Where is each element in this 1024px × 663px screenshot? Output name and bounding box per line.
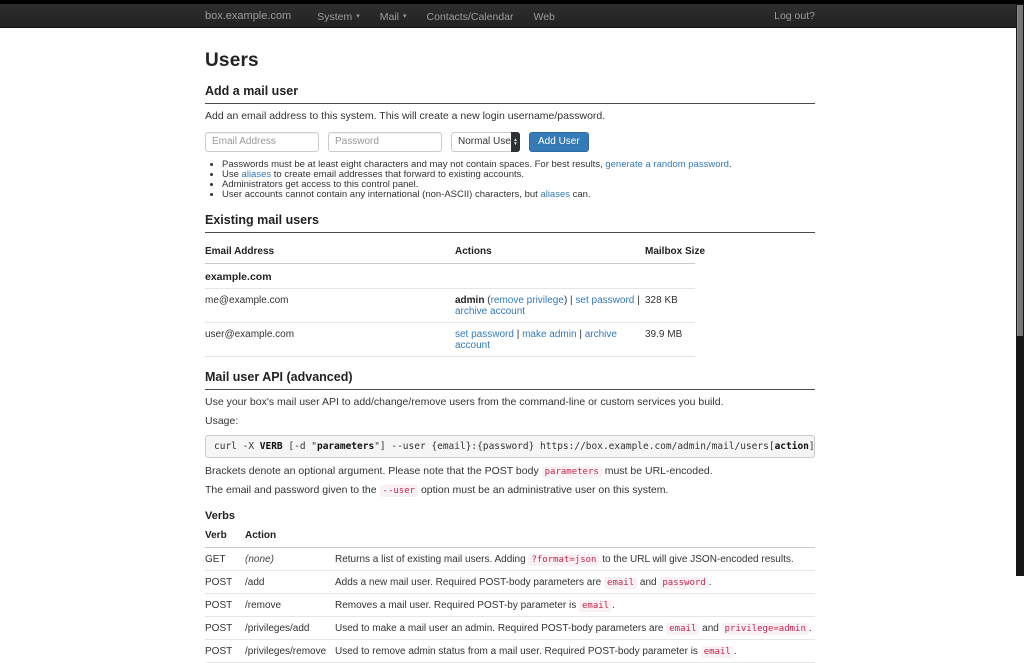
verb-row: GET(none)Returns a list of existing mail… [205, 547, 815, 570]
note-item: Passwords must be at least eight charact… [222, 160, 815, 170]
verb-description: Adds a new mail user. Required POST-body… [335, 570, 815, 593]
caret-down-icon: ▾ [356, 13, 360, 20]
verb-action: (none) [245, 547, 335, 570]
user-email: user@example.com [205, 322, 455, 356]
users-table-header: Email AddressActionsMailbox Size [205, 241, 695, 264]
user-actions: set password | make admin | archive acco… [455, 322, 645, 356]
domain-name: example.com [205, 263, 695, 288]
add-mail-user-heading: Add a mail user [205, 84, 815, 104]
inline-code-password: password [659, 577, 708, 589]
add-user-notes-list: Passwords must be at least eight charact… [205, 160, 815, 200]
navbar-item-mail[interactable]: Mail▾ [370, 11, 417, 23]
verb-method: GET [205, 547, 245, 570]
mail-api-heading: Mail user API (advanced) [205, 370, 815, 390]
note-item: Administrators get access to this contro… [222, 180, 815, 190]
note-item: Use aliases to create email addresses th… [222, 170, 815, 180]
verbs-heading: Verbs [205, 510, 815, 522]
logout-link[interactable]: Log out? [774, 10, 815, 22]
screen-top-edge [0, 0, 1024, 4]
note-item: User accounts cannot contain any interna… [222, 190, 815, 200]
verbs-col-verb: Verb [205, 525, 245, 548]
verb-row: POST/removeRemoves a mail user. Required… [205, 593, 815, 616]
api-note-brackets: Brackets denote an optional argument. Pl… [205, 466, 815, 479]
verb-description: Used to remove admin status from a mail … [335, 639, 815, 662]
code-arg-verb: VERB [260, 441, 283, 452]
inline-code-email: email [701, 646, 734, 658]
navbar-item-contacts-calendar[interactable]: Contacts/Calendar [417, 11, 524, 23]
domain-group-row: example.com [205, 263, 695, 288]
verbs-table: VerbAction GET(none)Returns a list of ex… [205, 525, 815, 663]
users-col-actions: Actions [455, 241, 645, 264]
users-col-email-address: Email Address [205, 241, 455, 264]
select-caret-icon: ▲▼ [511, 132, 520, 152]
aliases-link[interactable]: aliases [242, 169, 272, 180]
user-row: me@example.comadmin (remove privilege) |… [205, 288, 695, 322]
user-actions: admin (remove privilege) | set password … [455, 288, 645, 322]
verb-method: POST [205, 616, 245, 639]
usage-label: Usage: [205, 416, 815, 428]
verb-row: POST/privileges/removeUsed to remove adm… [205, 639, 815, 662]
inline-code-email: email [579, 600, 612, 612]
verb-method: POST [205, 593, 245, 616]
verb-description: Used to make a mail user an admin. Requi… [335, 616, 815, 639]
inline-code-privilege-admin: privilege=admin [722, 623, 809, 635]
inline-code-email: email [604, 577, 637, 589]
verb-row: POST/addAdds a new mail user. Required P… [205, 570, 815, 593]
verb-description: Returns a list of existing mail users. A… [335, 547, 815, 570]
usage-code-block: curl -X VERB [-d "parameters"] --user {e… [205, 435, 815, 458]
email-address-input[interactable] [205, 132, 319, 152]
generate-a-random-password-link[interactable]: generate a random password [605, 159, 729, 170]
verbs-col-action: Action [245, 525, 335, 548]
api-intro: Use your box's mail user API to add/chan… [205, 397, 815, 409]
password-input[interactable] [328, 132, 442, 152]
page-title: Users [205, 50, 815, 72]
verbs-table-header: VerbAction [205, 525, 815, 548]
verb-description: Removes a mail user. Required POST-by pa… [335, 593, 815, 616]
verb-method: POST [205, 639, 245, 662]
inline-code-parameters: parameters [542, 466, 602, 478]
make-admin-link[interactable]: make admin [522, 329, 576, 340]
navbar: box.example.com System▾Mail▾Contacts/Cal… [0, 4, 1016, 28]
verb-action: /privileges/remove [245, 639, 335, 662]
admin-label: admin [455, 295, 484, 306]
mailbox-size: 328 KB [645, 288, 695, 322]
user-row: user@example.comset password | make admi… [205, 322, 695, 356]
privilege-select[interactable]: Normal User ▲▼ [451, 132, 520, 152]
users-col-mailbox-size: Mailbox Size [645, 241, 695, 264]
inline-code-user: --user [380, 485, 419, 497]
code-arg-parameters: parameters [317, 441, 374, 452]
archive-account-link[interactable]: archive account [455, 306, 525, 317]
verbs-col-description [335, 525, 815, 548]
navbar-item-web[interactable]: Web [524, 11, 565, 23]
main-content: Users Add a mail user Add an email addre… [205, 28, 815, 663]
api-note-user-option: The email and password given to the --us… [205, 485, 815, 498]
set-password-link[interactable]: set password [455, 329, 514, 340]
existing-users-table: Email AddressActionsMailbox Size example… [205, 241, 695, 357]
navbar-item-system[interactable]: System▾ [307, 11, 370, 23]
caret-down-icon: ▾ [403, 13, 407, 20]
navbar-menu: System▾Mail▾Contacts/CalendarWeb [307, 7, 565, 25]
navbar-brand[interactable]: box.example.com [205, 10, 291, 22]
code-arg-action: action [775, 441, 809, 452]
verb-row: POST/privileges/addUsed to make a mail u… [205, 616, 815, 639]
verb-action: /remove [245, 593, 335, 616]
set-password-link[interactable]: set password [575, 295, 634, 306]
remove-privilege-link[interactable]: remove privilege [491, 295, 564, 306]
verb-action: /privileges/add [245, 616, 335, 639]
existing-users-heading: Existing mail users [205, 213, 815, 233]
add-user-form: Normal User ▲▼ Add User [205, 132, 815, 152]
add-user-intro: Add an email address to this system. Thi… [205, 111, 815, 123]
inline-code-email: email [666, 623, 699, 635]
scrollbar-thumb[interactable] [1017, 5, 1023, 336]
aliases-link[interactable]: aliases [540, 189, 570, 200]
privilege-selected-value: Normal User [458, 136, 514, 147]
inline-code-format-json: ?format=json [528, 554, 599, 566]
verb-action: /add [245, 570, 335, 593]
user-email: me@example.com [205, 288, 455, 322]
vertical-scrollbar[interactable] [1016, 0, 1024, 576]
verb-method: POST [205, 570, 245, 593]
mailbox-size: 39.9 MB [645, 322, 695, 356]
add-user-button[interactable]: Add User [529, 132, 589, 152]
